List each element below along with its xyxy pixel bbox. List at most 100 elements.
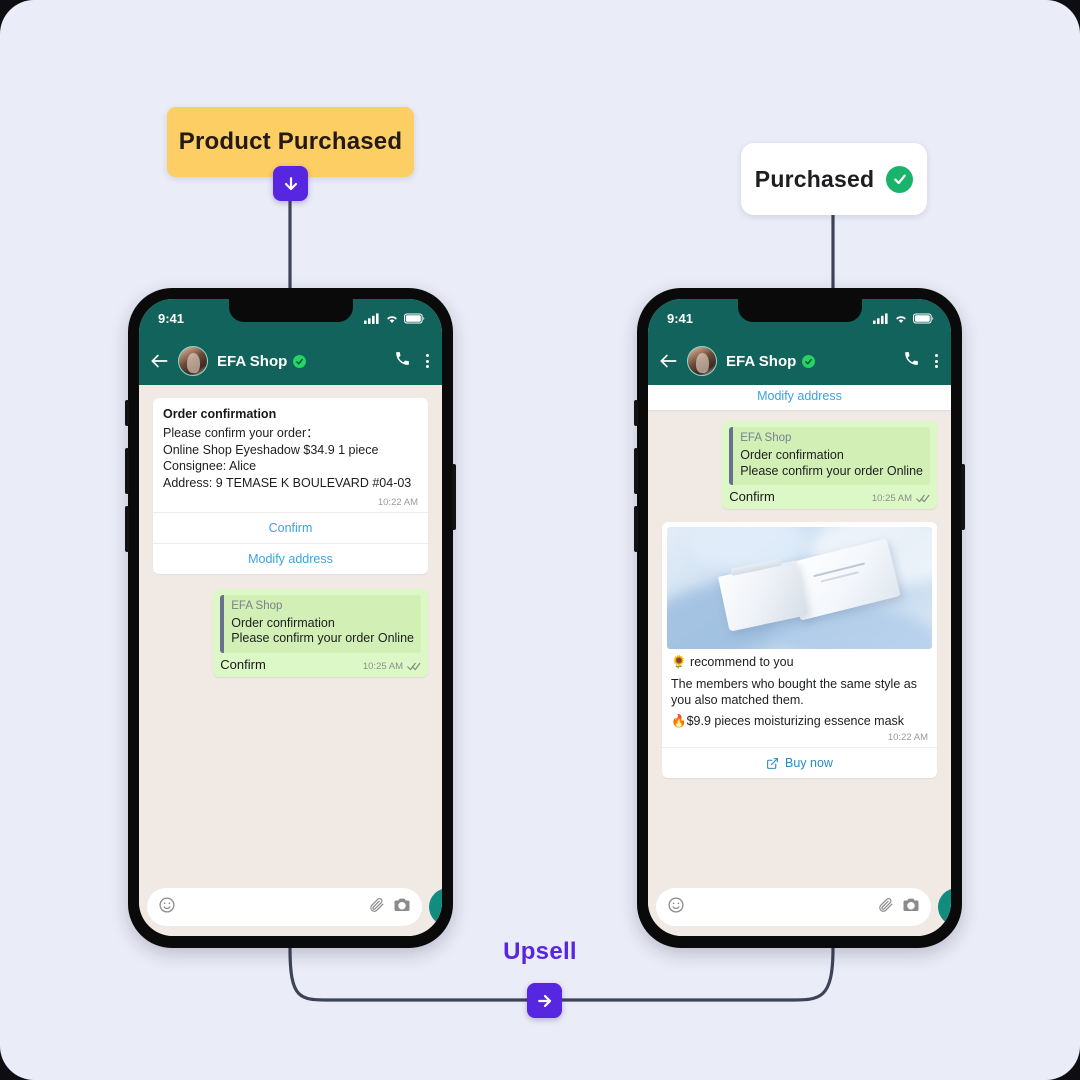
wifi-icon (387, 315, 397, 323)
overflow-menu-icon[interactable] (426, 354, 429, 368)
chat-message-list[interactable]: Modify address EFA Shop Order confirmati… (648, 385, 951, 882)
modify-address-button[interactable]: Modify address (648, 385, 951, 410)
phone-notch (228, 299, 353, 322)
microphone-icon (439, 898, 442, 916)
status-time: 9:41 (158, 310, 185, 326)
product-line-3: 🔥$9.9 pieces moisturizing essence mask (671, 714, 905, 728)
header-actions (903, 350, 938, 372)
quoted-sender: EFA Shop (231, 599, 283, 612)
verified-badge-icon (802, 354, 816, 368)
overflow-menu-icon[interactable] (935, 354, 938, 368)
order-card-line-1: Please confirm your order： (163, 426, 319, 440)
product-line-1: 🌻 recommend to you (671, 655, 794, 670)
order-card-line-2: Online Shop Eyeshadow $34.9 1 piece (163, 442, 379, 457)
microphone-button[interactable] (938, 888, 951, 926)
result-badge-label: Purchased (754, 165, 875, 192)
message-input[interactable] (693, 899, 869, 915)
order-confirmation-card: Order confirmation Please confirm your o… (153, 398, 428, 512)
phone-screen-right: 9:41 EFA Shop Modify address EFA Shop Or… (648, 299, 951, 936)
flow-diagram-canvas: Product Purchased Purchased Upsell 9:41 … (0, 0, 1080, 1080)
result-badge[interactable]: Purchased (741, 143, 927, 215)
product-image (667, 527, 932, 650)
phone-volume-down-button[interactable] (125, 506, 129, 552)
paperclip-icon[interactable] (877, 896, 894, 918)
phone-mute-switch[interactable] (634, 400, 638, 426)
phone-mockup-before: 9:41 EFA Shop Order confirmation Please … (125, 288, 456, 948)
external-link-icon (767, 757, 778, 769)
quoted-message: EFA Shop Order confirmation Please confi… (220, 594, 421, 653)
phone-volume-up-button[interactable] (125, 448, 129, 494)
check-circle-icon (886, 165, 914, 193)
product-timestamp: 10:22 AM (887, 732, 928, 744)
quoted-line-2: Please confirm your order Online (231, 631, 414, 646)
arrow-down-icon (273, 166, 308, 201)
phone-call-icon[interactable] (903, 350, 920, 372)
outgoing-message-text: Confirm (729, 489, 775, 505)
battery-full-icon (913, 312, 934, 324)
phone-power-button[interactable] (452, 464, 456, 530)
status-icon-group (873, 312, 934, 324)
trigger-badge-label: Product Purchased (178, 128, 403, 155)
buy-now-button[interactable]: Buy now (662, 747, 937, 779)
order-card-line-3: Consignee: Alice (163, 459, 257, 474)
chat-contact-name: EFA Shop (726, 352, 797, 370)
avatar[interactable] (687, 346, 717, 376)
double-check-icon (407, 662, 421, 670)
outgoing-message-row: EFA Shop Order confirmation Please confi… (153, 588, 428, 677)
outgoing-timestamp: 10:25 AM (871, 493, 912, 505)
outgoing-bubble[interactable]: EFA Shop Order confirmation Please confi… (213, 588, 428, 677)
chat-header: EFA Shop (139, 337, 442, 385)
camera-icon[interactable] (393, 896, 411, 919)
order-card-title: Order confirmation (163, 407, 277, 421)
phone-power-button[interactable] (961, 464, 965, 530)
battery-full-icon (404, 312, 425, 324)
chat-contact-name-group[interactable]: EFA Shop (217, 353, 385, 370)
arrow-right-icon (527, 983, 562, 1018)
emoji-smiley-icon[interactable] (667, 896, 685, 919)
chat-message-list[interactable]: Order confirmation Please confirm your o… (139, 385, 442, 882)
quoted-message: EFA Shop Order confirmation Please confi… (729, 427, 930, 486)
phone-screen-left: 9:41 EFA Shop Order confirmation Please … (139, 299, 442, 936)
cellular-signal-icon (364, 312, 379, 324)
message-input[interactable] (184, 899, 360, 915)
product-recommendation-card: 🌻 recommend to you The members who bough… (662, 522, 937, 748)
camera-icon[interactable] (902, 896, 920, 919)
outgoing-message-row: EFA Shop Order confirmation Please confi… (662, 421, 937, 510)
composer-bar (648, 882, 951, 936)
phone-mute-switch[interactable] (125, 400, 129, 426)
double-check-icon (916, 495, 930, 503)
quoted-line-1: Order confirmation (740, 448, 844, 462)
outgoing-text-row: Confirm 10:25 AM (729, 489, 930, 504)
outgoing-meta: 10:25 AM (363, 661, 421, 672)
microphone-button[interactable] (429, 888, 442, 926)
quoted-sender: EFA Shop (740, 432, 792, 444)
status-icon-group (364, 312, 425, 324)
outgoing-message-text: Confirm (220, 656, 266, 672)
buy-now-label: Buy now (785, 756, 833, 771)
phone-mockup-after: 9:41 EFA Shop Modify address EFA Shop Or… (634, 288, 965, 948)
emoji-smiley-icon[interactable] (158, 896, 176, 919)
chat-contact-name-group[interactable]: EFA Shop (726, 353, 894, 370)
modify-address-button[interactable]: Modify address (153, 542, 428, 574)
back-arrow-icon[interactable] (150, 353, 169, 369)
outgoing-meta: 10:25 AM (872, 493, 930, 504)
cellular-signal-icon (873, 312, 888, 324)
message-input-wrapper[interactable] (147, 888, 422, 926)
avatar[interactable] (178, 346, 208, 376)
phone-volume-up-button[interactable] (634, 448, 638, 494)
confirm-button[interactable]: Confirm (153, 511, 428, 543)
back-arrow-icon[interactable] (659, 353, 678, 369)
phone-call-icon[interactable] (394, 350, 411, 372)
order-card-timestamp: 10:22 AM (377, 496, 418, 508)
paperclip-icon[interactable] (368, 896, 385, 918)
wifi-icon (896, 315, 906, 323)
composer-bar (139, 882, 442, 936)
phone-volume-down-button[interactable] (634, 506, 638, 552)
outgoing-bubble[interactable]: EFA Shop Order confirmation Please confi… (722, 421, 937, 510)
quoted-line-2: Please confirm your order Online (740, 463, 923, 478)
chat-contact-name: EFA Shop (217, 352, 288, 370)
outgoing-timestamp: 10:25 AM (362, 660, 403, 672)
microphone-icon (948, 898, 951, 916)
message-input-wrapper[interactable] (656, 888, 931, 926)
quoted-line-1: Order confirmation (231, 615, 335, 630)
